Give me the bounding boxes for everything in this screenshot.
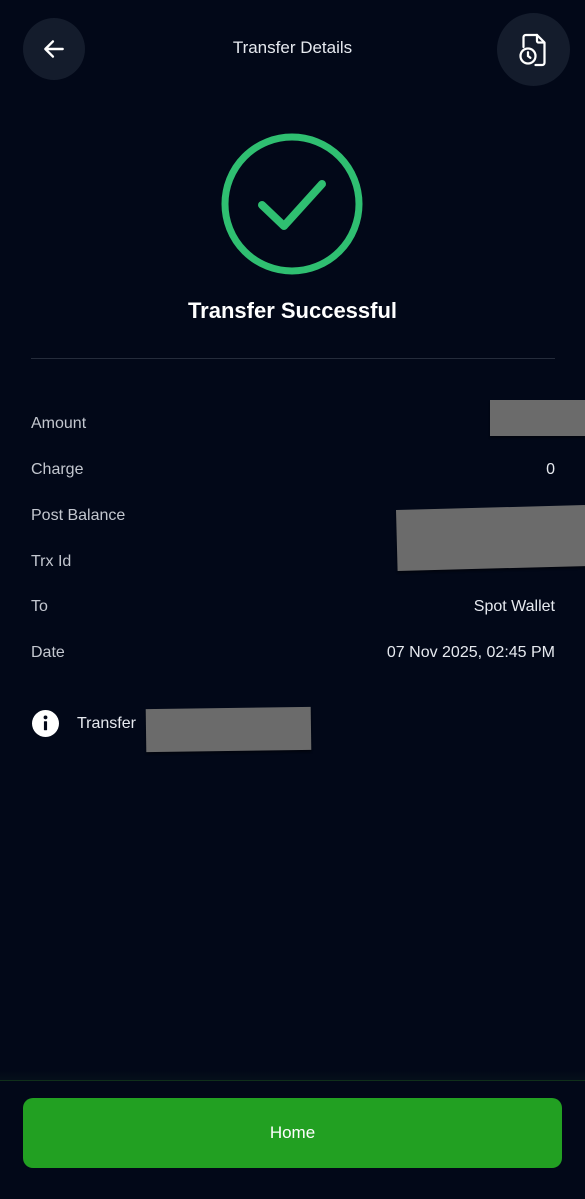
detail-row-date: Date 07 Nov 2025, 02:45 PM [31,638,555,668]
check-circle-icon [221,133,363,275]
transaction-history-button[interactable] [497,13,570,86]
status-title: Transfer Successful [187,298,398,323]
detail-label: To [31,598,48,615]
home-button[interactable]: Home [23,1098,562,1168]
transfer-note: Transfer [32,710,136,737]
detail-row-amount: Amount [31,409,555,439]
document-clock-icon [518,33,546,66]
redaction-block [145,706,312,753]
detail-label: Post Balance [31,507,126,524]
detail-value: Spot Wallet [473,598,555,615]
detail-row-to: To Spot Wallet [31,592,555,622]
detail-label: Amount [31,415,87,432]
transfer-details-screen: Transfer Details Transfer Successful Amo… [0,0,585,1199]
info-icon [32,710,59,737]
redaction-block [396,505,585,571]
detail-row-charge: Charge 0 [31,455,555,485]
detail-label: Charge [31,461,84,478]
divider [31,358,555,359]
detail-label: Trx Id [31,553,72,570]
detail-value: 07 Nov 2025, 02:45 PM [386,644,555,661]
detail-value: 0 [546,461,555,478]
detail-label: Date [31,644,65,661]
redaction-block [490,400,585,436]
note-text: Transfer [77,714,136,732]
